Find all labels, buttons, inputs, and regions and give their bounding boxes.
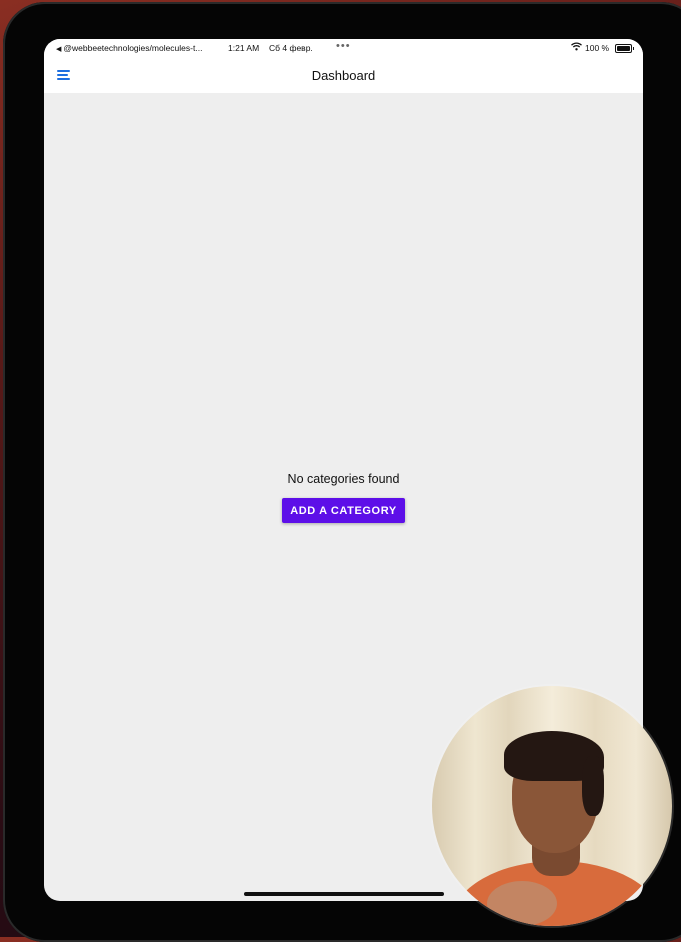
back-to-app-link[interactable]: ◀ @webbeetechnologies/molecules-t... [56,43,202,53]
back-arrow-icon: ◀ [56,46,62,53]
wifi-icon [571,42,582,53]
add-category-button[interactable]: ADD A CATEGORY [282,498,405,523]
page-title: Dashboard [311,68,376,83]
back-app-label: @webbeetechnologies/molecules-t... [63,43,203,53]
status-bar: ◀ @webbeetechnologies/molecules-t... 1:21… [44,39,643,57]
battery-icon [615,44,634,53]
status-date: Сб 4 февр. [269,43,313,53]
battery-percent: 100 % [585,43,610,53]
home-indicator[interactable] [244,892,444,896]
status-time: 1:21 AM [228,43,260,53]
empty-state-message: No categories found [287,472,400,486]
app-bar: Dashboard [44,57,643,93]
webcam-overlay [432,686,672,926]
multitasking-dots[interactable]: ••• [336,40,351,52]
